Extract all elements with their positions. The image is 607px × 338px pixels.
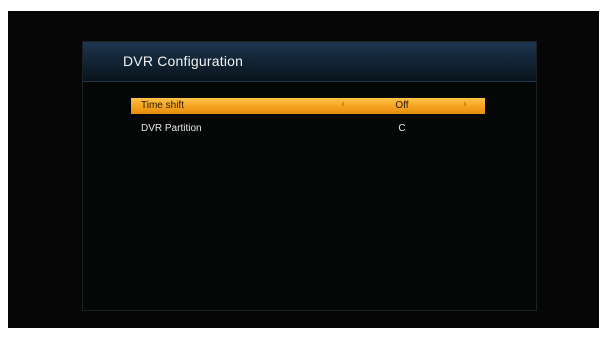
page-title: DVR Configuration (123, 53, 244, 69)
dvr-partition-label: DVR Partition (141, 123, 202, 134)
dvr-partition-value: C (398, 123, 406, 134)
right-arrow-icon[interactable]: › (463, 99, 467, 110)
time-shift-label: Time shift (141, 100, 184, 111)
time-shift-value: Off (395, 100, 409, 111)
menu-header: DVR Configuration (83, 42, 536, 82)
tv-screen: DVR Configuration Time shift ‹ Off › DVR… (8, 11, 599, 328)
time-shift-row[interactable]: Time shift ‹ Off › (131, 98, 485, 114)
left-arrow-icon[interactable]: ‹ (341, 99, 345, 110)
dvr-config-panel: DVR Configuration Time shift ‹ Off › DVR… (82, 41, 537, 311)
dvr-partition-row[interactable]: DVR Partition C (131, 121, 485, 137)
settings-list: Time shift ‹ Off › DVR Partition C (131, 98, 485, 144)
